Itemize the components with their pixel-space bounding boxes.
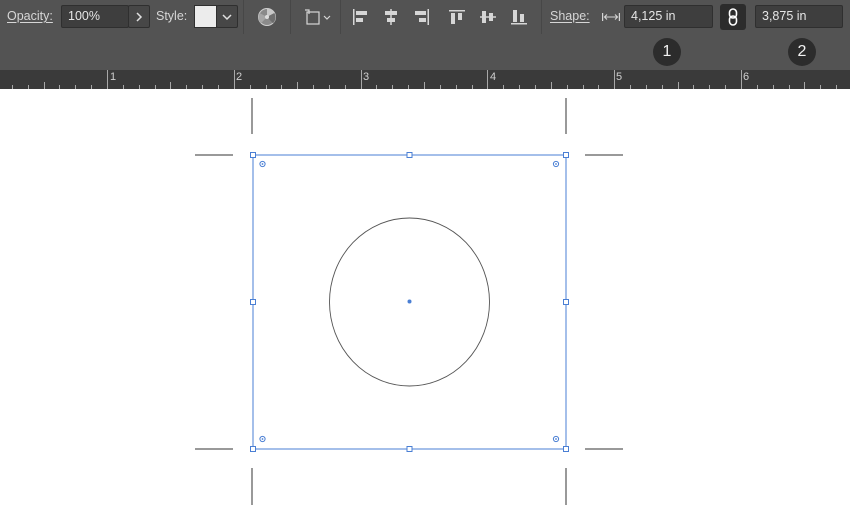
ruler-number-3: 3 — [363, 71, 370, 83]
align-vertical-center-icon — [480, 11, 496, 23]
chevron-down-icon — [222, 13, 232, 20]
align-horizontal-center-button[interactable] — [381, 7, 401, 27]
width-arrow-icon — [602, 13, 620, 21]
opacity-arrow-button[interactable] — [128, 5, 150, 28]
align-left-button[interactable] — [350, 7, 370, 27]
style-label: Style: — [156, 9, 188, 23]
link-icon — [728, 8, 738, 26]
align-top-button[interactable] — [447, 7, 467, 27]
align-horizontal-center-icon — [385, 9, 397, 25]
transform-menu-button[interactable] — [304, 7, 334, 27]
callout-badge-2: 2 — [788, 38, 816, 66]
chevron-right-icon — [136, 11, 143, 22]
height-field[interactable]: 3,875 in — [755, 5, 843, 28]
width-field[interactable]: 4,125 in — [624, 5, 713, 28]
ruler-number-1: 1 — [110, 71, 117, 83]
ruler-ticks — [12, 70, 837, 89]
align-bottom-button[interactable] — [509, 7, 529, 27]
callout-badge-1: 1 — [653, 38, 681, 66]
control-bar: Opacity: 100% Style: Shape: 4,125 in 3,8… — [0, 0, 850, 34]
ruler-number-6: 6 — [743, 71, 750, 83]
divider — [243, 0, 244, 34]
align-right-icon — [415, 9, 429, 25]
ruler-number-2: 2 — [236, 71, 243, 83]
divider — [340, 0, 341, 34]
style-dropdown-button[interactable] — [216, 5, 238, 28]
constrain-proportions-button[interactable] — [720, 4, 746, 30]
horizontal-ruler[interactable]: 1 2 3 4 5 6 — [0, 70, 850, 89]
align-left-icon — [353, 9, 367, 25]
artboard-canvas[interactable] — [0, 89, 850, 518]
ruler-number-5: 5 — [616, 71, 623, 83]
align-right-button[interactable] — [412, 7, 432, 27]
color-wheel-icon — [258, 8, 276, 26]
divider — [541, 0, 542, 34]
opacity-label: Opacity: — [7, 9, 53, 23]
opacity-field[interactable]: 100% — [61, 5, 129, 28]
style-swatch[interactable] — [194, 5, 217, 28]
width-icon-holder — [601, 7, 621, 27]
align-vertical-center-button[interactable] — [478, 7, 498, 27]
transform-icon — [305, 9, 331, 25]
recolor-artwork-button[interactable] — [257, 7, 277, 27]
divider — [290, 0, 291, 34]
align-bottom-icon — [511, 10, 527, 25]
align-top-icon — [449, 10, 465, 24]
ruler-number-4: 4 — [490, 71, 497, 83]
center-point — [407, 299, 412, 304]
shape-label: Shape: — [550, 9, 590, 23]
canvas-artwork — [195, 98, 623, 505]
annotation-strip: 1 2 — [0, 34, 850, 70]
